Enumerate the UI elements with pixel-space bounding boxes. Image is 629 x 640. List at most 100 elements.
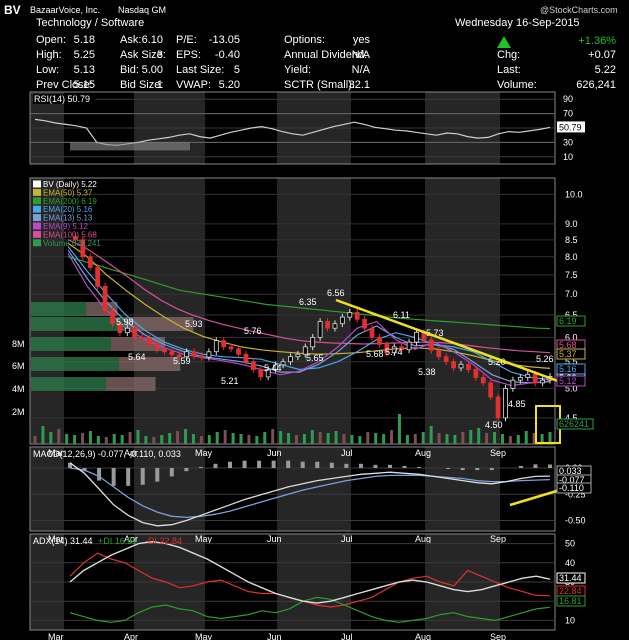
price-tick: 8.5 [565,235,578,245]
volume-bar [358,436,362,444]
macd-histogram-bar [155,468,160,482]
volume-by-price-green [31,337,111,351]
volume-bar [136,430,140,444]
price-label: 6.56 [327,288,345,298]
volume-bar [255,436,259,444]
macd-histogram-bar [300,461,305,468]
month-label: May [195,534,213,544]
axis-tag-text: 5.37 [559,349,577,359]
candle-body [169,351,175,356]
volume-bar [271,429,275,444]
candle-body [250,361,256,370]
volume-bar [65,434,69,444]
volume-bar [81,433,85,444]
price-label: 5.76 [244,326,262,336]
price-label: 5.98 [116,317,134,327]
adx-tag-text: 16.81 [559,596,582,606]
candle-body [154,344,160,350]
month-label: May [195,632,213,640]
candle-body [354,311,360,320]
volume-bar [104,437,108,444]
price-label: 5.44 [264,363,282,373]
candle-body [288,356,293,363]
volume-bar [397,414,401,444]
volume-bar [461,432,465,444]
candle-body [406,341,412,351]
candle-body [517,377,523,381]
price-chart: MarMarMarAprAprAprMayMayMayJunJunJunJulJ… [12,91,594,640]
macd-histogram-bar [358,463,363,468]
candle-body [317,321,323,338]
price-label: 4.50 [485,420,503,430]
volume-bar [231,433,235,444]
volume-bar [128,432,132,444]
month-band [425,447,500,531]
rsi-tick: 30 [563,137,573,147]
volume-bar [477,428,481,444]
candle-body [243,353,249,363]
candle-body [191,351,197,357]
volume-bar [366,432,370,444]
candle-body [540,379,545,384]
volume-bar [41,426,45,444]
macd-histogram-bar [402,465,407,468]
macd-histogram-bar [126,468,131,486]
candle-body [510,379,516,389]
volume-bar [524,431,528,444]
volume-bar [390,430,394,444]
macd-title: MACD(12,26,9) -0.077, -0.110, 0.033 [33,449,181,459]
month-band [277,447,351,531]
macd-histogram-bar [315,461,320,468]
macd-histogram-bar [475,468,480,471]
volume-bar [199,436,203,444]
volume-bar [453,435,457,444]
legend-entry: Volume 626,241 [43,239,101,248]
volume-bar [350,435,354,444]
macd-histogram-bar [271,460,276,468]
rsi-tick: 70 [563,109,573,119]
month-label: Jun [267,534,282,544]
volume-bar [405,435,409,444]
volume-bar [437,433,441,444]
candle-body [488,382,494,398]
candle-body [473,369,479,378]
macd-histogram-bar [388,464,392,468]
volume-bar [263,432,267,444]
month-band [277,178,351,444]
month-label: May [195,448,213,458]
price-label: 5.38 [418,367,436,377]
adx-legend-entry: -DI 22.84 [145,536,182,546]
volume-by-price-green [31,357,119,371]
volume-bar [112,434,116,444]
volume-bar [342,434,346,444]
macd-histogram-bar [460,468,465,471]
adx-tag-text: 31.44 [559,573,582,583]
rsi-last-value: 50.79 [559,122,582,132]
volume-bar [302,434,306,444]
adx-tag-text: 22.84 [559,586,582,596]
macd-histogram-bar [344,463,349,468]
volume-bar [318,432,322,444]
candle-body [95,267,101,287]
month-label: Aug [415,534,431,544]
volume-bar [516,435,520,444]
volume-bar [168,433,172,444]
macd-histogram-bar [489,468,494,471]
candle-body [124,327,130,334]
volume-bar [207,435,211,444]
month-label: Mar [48,632,64,640]
volume-bar [334,431,338,444]
adx-title: ADX(14) 31.44 [33,536,93,546]
candle-body [161,348,167,353]
macd-histogram-bar [97,468,102,481]
volume-bar [191,434,195,444]
candle-body [147,337,152,345]
legend-swatch [33,205,41,213]
axis-tag-text: 626241 [559,419,589,429]
volume-bar [215,432,219,444]
volume-bar [445,434,449,444]
macd-histogram-bar [286,460,291,468]
volume-bar [500,434,504,444]
volume-bar [239,434,243,444]
month-label: Jun [267,448,282,458]
